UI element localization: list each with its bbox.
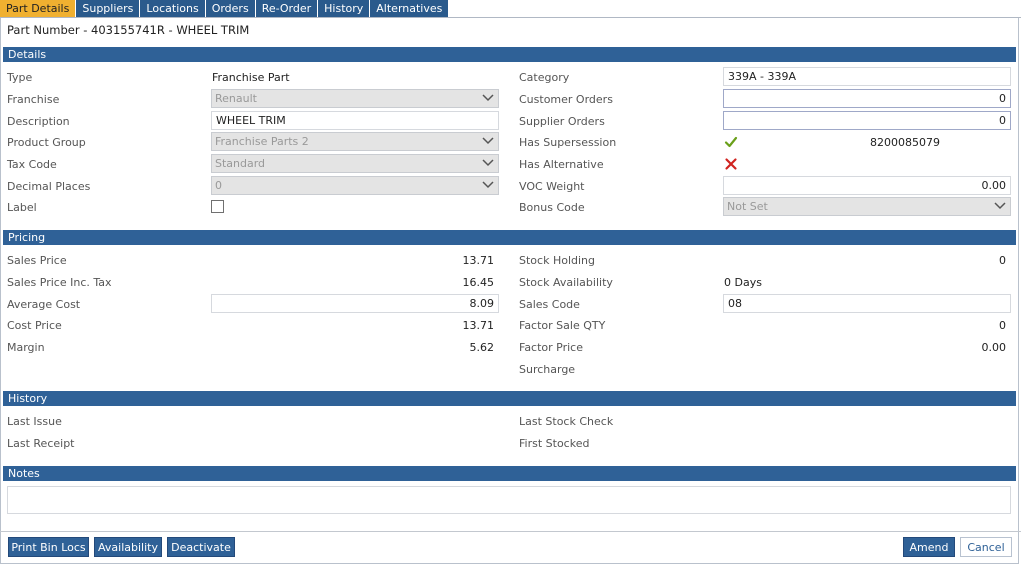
bonus-code-select[interactable]: Not Set xyxy=(723,197,1011,216)
tab-bar: Part Details Suppliers Locations Orders … xyxy=(0,0,450,17)
decimal-places-label: Decimal Places xyxy=(7,180,91,193)
chevron-down-icon xyxy=(482,133,494,150)
availability-button[interactable]: Availability xyxy=(94,537,162,557)
cross-icon xyxy=(724,157,738,171)
section-header-history: History xyxy=(3,391,1016,406)
stock-holding-label: Stock Holding xyxy=(519,254,595,267)
footer-divider xyxy=(0,531,1021,532)
tax-code-label: Tax Code xyxy=(7,158,57,171)
sales-code-label: Sales Code xyxy=(519,298,580,311)
product-group-select-value: Franchise Parts 2 xyxy=(215,135,309,148)
decimal-places-select-value: 0 xyxy=(215,179,222,192)
chevron-down-icon xyxy=(994,198,1006,215)
customer-orders-label: Customer Orders xyxy=(519,93,613,106)
description-field[interactable]: WHEEL TRIM xyxy=(211,111,499,130)
sales-price-inc-tax-label: Sales Price Inc. Tax xyxy=(7,276,112,289)
tax-code-select[interactable]: Standard xyxy=(211,154,499,173)
stock-holding-value: 0 xyxy=(999,254,1006,267)
sales-price-value: 13.71 xyxy=(462,254,495,267)
margin-label: Margin xyxy=(7,341,45,354)
last-receipt-label: Last Receipt xyxy=(7,437,75,450)
section-header-notes: Notes xyxy=(3,466,1016,481)
category-field[interactable]: 339A - 339A xyxy=(723,67,1011,86)
label-checkbox[interactable] xyxy=(211,200,224,213)
description-label: Description xyxy=(7,115,70,128)
chevron-down-icon xyxy=(482,177,494,194)
page-title: Part Number - 403155741R - WHEEL TRIM xyxy=(7,23,250,37)
tax-code-select-value: Standard xyxy=(215,157,266,170)
decimal-places-select[interactable]: 0 xyxy=(211,176,499,195)
type-value: Franchise Part xyxy=(212,71,290,84)
tab-history[interactable]: History xyxy=(318,0,371,17)
surcharge-label: Surcharge xyxy=(519,363,576,376)
tab-alternatives[interactable]: Alternatives xyxy=(370,0,450,17)
franchise-label: Franchise xyxy=(7,93,60,106)
section-header-details: Details xyxy=(3,47,1016,62)
margin-value: 5.62 xyxy=(469,341,495,354)
type-label: Type xyxy=(7,71,33,84)
product-group-label: Product Group xyxy=(7,136,86,149)
notes-field[interactable] xyxy=(7,486,1011,514)
label-label: Label xyxy=(7,201,37,214)
bonus-code-label: Bonus Code xyxy=(519,201,585,214)
has-supersession-label: Has Supersession xyxy=(519,136,617,149)
tab-re-order[interactable]: Re-Order xyxy=(255,0,319,17)
tab-part-details[interactable]: Part Details xyxy=(0,0,77,17)
cost-price-value: 13.71 xyxy=(462,319,495,332)
first-stocked-label: First Stocked xyxy=(519,437,590,450)
franchise-select[interactable]: Renault xyxy=(211,89,499,108)
supersession-part-number[interactable]: 8200085079 xyxy=(870,136,940,149)
supplier-orders-field[interactable]: 0 xyxy=(723,111,1011,130)
section-header-pricing: Pricing xyxy=(3,230,1016,245)
stock-availability-value: 0 Days xyxy=(724,276,762,289)
check-icon xyxy=(724,135,738,149)
factor-sale-qty-value: 0 xyxy=(999,319,1006,332)
voc-weight-field[interactable]: 0.00 xyxy=(723,176,1011,195)
tab-locations[interactable]: Locations xyxy=(140,0,206,17)
print-bin-locs-button[interactable]: Print Bin Locs xyxy=(8,537,89,557)
franchise-select-value: Renault xyxy=(215,92,257,105)
tab-orders[interactable]: Orders xyxy=(205,0,256,17)
product-group-select[interactable]: Franchise Parts 2 xyxy=(211,132,499,151)
last-issue-label: Last Issue xyxy=(7,415,62,428)
deactivate-button[interactable]: Deactivate xyxy=(167,537,235,557)
average-cost-label: Average Cost xyxy=(7,298,81,311)
last-stock-check-label: Last Stock Check xyxy=(519,415,614,428)
bonus-code-select-value: Not Set xyxy=(727,200,768,213)
average-cost-field[interactable]: 8.09 xyxy=(211,294,499,313)
cancel-button[interactable]: Cancel xyxy=(960,537,1012,557)
sales-code-field[interactable]: 08 xyxy=(723,294,1011,313)
sales-price-inc-tax-value: 16.45 xyxy=(462,276,495,289)
factor-price-label: Factor Price xyxy=(519,341,584,354)
category-label: Category xyxy=(519,71,570,84)
sales-price-label: Sales Price xyxy=(7,254,67,267)
has-alternative-label: Has Alternative xyxy=(519,158,604,171)
tab-suppliers[interactable]: Suppliers xyxy=(76,0,141,17)
chevron-down-icon xyxy=(482,90,494,107)
voc-weight-label: VOC Weight xyxy=(519,180,585,193)
amend-button[interactable]: Amend xyxy=(903,537,955,557)
stock-availability-label: Stock Availability xyxy=(519,276,613,289)
cost-price-label: Cost Price xyxy=(7,319,62,332)
customer-orders-field[interactable]: 0 xyxy=(723,89,1011,108)
factor-sale-qty-label: Factor Sale QTY xyxy=(519,319,606,332)
factor-price-value: 0.00 xyxy=(981,341,1007,354)
supplier-orders-label: Supplier Orders xyxy=(519,115,605,128)
chevron-down-icon xyxy=(482,155,494,172)
